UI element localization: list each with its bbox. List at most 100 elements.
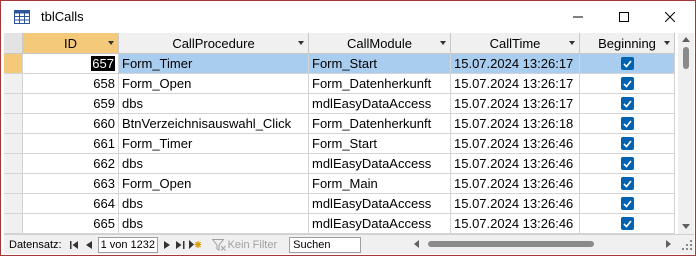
table-window: tblCalls ID CallProcedure CallModule Cal… [0, 0, 696, 256]
dropdown-arrow-icon[interactable] [440, 41, 446, 45]
table-row[interactable]: 659 dbs mdlEasyDataAccess 15.07.2024 13:26:… [4, 94, 675, 114]
row-selector[interactable] [4, 194, 23, 214]
table-row[interactable]: 665 dbs mdlEasyDataAccess 15.07.2024 13:26:… [4, 214, 675, 234]
cell-callmodule[interactable]: mdlEasyDataAccess [309, 94, 451, 114]
vertical-scroll-thumb[interactable] [683, 47, 689, 69]
checkbox-checked-icon[interactable] [620, 57, 634, 70]
row-selector[interactable] [4, 214, 23, 234]
cell-calltime[interactable]: 15.07.2024 13:26:46 [451, 134, 580, 154]
table-row[interactable]: 663 Form_Open Form_Main 15.07.2024 13:26:46 [4, 174, 675, 194]
table-row[interactable]: 658 Form_Open Form_Datenherkunft 15.07.2024… [4, 74, 675, 94]
column-header-callprocedure[interactable]: CallProcedure [119, 33, 309, 54]
select-all-corner[interactable] [4, 33, 23, 54]
cell-calltime[interactable]: 15.07.2024 13:26:17 [451, 54, 580, 74]
scroll-down-icon[interactable] [682, 224, 690, 229]
row-selector[interactable] [4, 154, 23, 174]
cell-callprocedure[interactable]: Form_Timer [119, 134, 309, 154]
record-position-field[interactable]: 1 von 1232 [97, 236, 158, 253]
checkbox-checked-icon[interactable] [620, 77, 634, 90]
first-record-icon[interactable] [68, 237, 82, 253]
cell-beginning [580, 154, 675, 174]
horizontal-scrollbar[interactable] [412, 237, 676, 251]
checkbox-checked-icon[interactable] [620, 117, 634, 130]
previous-record-icon[interactable] [82, 237, 96, 253]
dropdown-arrow-icon[interactable] [664, 41, 670, 45]
checkbox-checked-icon[interactable] [620, 137, 634, 150]
checkbox-checked-icon[interactable] [620, 177, 634, 190]
row-selector[interactable] [4, 134, 23, 154]
cell-calltime[interactable]: 15.07.2024 13:26:46 [451, 194, 580, 214]
last-record-icon[interactable] [174, 237, 188, 253]
table-icon [14, 10, 30, 24]
cell-id[interactable]: 660 [23, 114, 119, 134]
scroll-left-icon[interactable] [414, 240, 419, 248]
column-header-calltime[interactable]: CallTime [451, 33, 580, 54]
cell-id[interactable]: 663 [23, 174, 119, 194]
cell-id[interactable]: 659 [23, 94, 119, 114]
row-selector[interactable] [4, 54, 23, 74]
cell-id[interactable]: 665 [23, 214, 119, 234]
scroll-up-icon[interactable] [682, 37, 690, 42]
search-field[interactable]: Suchen [289, 236, 362, 253]
cell-callprocedure[interactable]: Form_Timer [119, 54, 309, 74]
cell-callprocedure[interactable]: Form_Open [119, 174, 309, 194]
cell-calltime[interactable]: 15.07.2024 13:26:46 [451, 174, 580, 194]
cell-callmodule[interactable]: Form_Main [309, 174, 451, 194]
cell-calltime[interactable]: 15.07.2024 13:26:18 [451, 114, 580, 134]
dropdown-arrow-icon[interactable] [108, 41, 114, 45]
maximize-button[interactable] [601, 1, 647, 33]
title-bar: tblCalls [1, 1, 695, 33]
cell-callprocedure[interactable]: dbs [119, 154, 309, 174]
cell-id[interactable]: 662 [23, 154, 119, 174]
row-selector[interactable] [4, 114, 23, 134]
filter-indicator[interactable]: Kein Filter [211, 238, 277, 251]
vertical-scrollbar[interactable] [678, 33, 694, 234]
table-row[interactable]: 657 Form_Timer Form_Start 15.07.2024 13:26:… [4, 54, 675, 74]
cell-callmodule[interactable]: Form_Datenherkunft [309, 74, 451, 94]
row-selector[interactable] [4, 174, 23, 194]
new-record-icon[interactable] [188, 237, 202, 253]
cell-callprocedure[interactable]: dbs [119, 214, 309, 234]
row-selector[interactable] [4, 74, 23, 94]
cell-id[interactable]: 661 [23, 134, 119, 154]
table-row[interactable]: 660 BtnVerzeichnisauswahl_Click Form_Daten… [4, 114, 675, 134]
table-row[interactable]: 664 dbs mdlEasyDataAccess 15.07.2024 13:26:… [4, 194, 675, 214]
next-record-icon[interactable] [160, 237, 174, 253]
cell-callmodule[interactable]: mdlEasyDataAccess [309, 194, 451, 214]
cell-id[interactable]: 657 [23, 54, 119, 74]
dropdown-arrow-icon[interactable] [298, 41, 304, 45]
cell-calltime[interactable]: 15.07.2024 13:26:46 [451, 214, 580, 234]
cell-calltime[interactable]: 15.07.2024 13:26:17 [451, 94, 580, 114]
cell-callmodule[interactable]: Form_Datenherkunft [309, 114, 451, 134]
scroll-right-icon[interactable] [666, 240, 671, 248]
column-header-beginning[interactable]: Beginning [580, 33, 675, 54]
cell-callprocedure[interactable]: BtnVerzeichnisauswahl_Click [119, 114, 309, 134]
dropdown-arrow-icon[interactable] [569, 41, 575, 45]
cell-calltime[interactable]: 15.07.2024 13:26:17 [451, 74, 580, 94]
cell-callmodule[interactable]: mdlEasyDataAccess [309, 154, 451, 174]
cell-calltime[interactable]: 15.07.2024 13:26:46 [451, 154, 580, 174]
table-row[interactable]: 662 dbs mdlEasyDataAccess 15.07.2024 13:26:… [4, 154, 675, 174]
row-selector[interactable] [4, 94, 23, 114]
column-header-id[interactable]: ID [23, 33, 119, 54]
checkbox-checked-icon[interactable] [620, 217, 634, 230]
cell-callmodule[interactable]: Form_Start [309, 134, 451, 154]
cell-callmodule[interactable]: Form_Start [309, 54, 451, 74]
cell-callprocedure[interactable]: dbs [119, 194, 309, 214]
cell-callprocedure[interactable]: dbs [119, 94, 309, 114]
table-row[interactable]: 661 Form_Timer Form_Start 15.07.2024 13:26:… [4, 134, 675, 154]
minimize-button[interactable] [555, 1, 601, 33]
cell-callprocedure[interactable]: Form_Open [119, 74, 309, 94]
cell-id[interactable]: 658 [23, 74, 119, 94]
column-header-callmodule[interactable]: CallModule [309, 33, 451, 54]
horizontal-scroll-thumb[interactable] [428, 241, 594, 247]
column-header-label: CallTime [489, 35, 541, 51]
checkbox-checked-icon[interactable] [620, 157, 634, 170]
checkbox-checked-icon[interactable] [620, 97, 634, 110]
resize-grip-icon[interactable] [682, 240, 692, 250]
cell-beginning [580, 214, 675, 234]
cell-callmodule[interactable]: mdlEasyDataAccess [309, 214, 451, 234]
checkbox-checked-icon[interactable] [620, 197, 634, 210]
cell-id[interactable]: 664 [23, 194, 119, 214]
close-button[interactable] [647, 1, 693, 33]
